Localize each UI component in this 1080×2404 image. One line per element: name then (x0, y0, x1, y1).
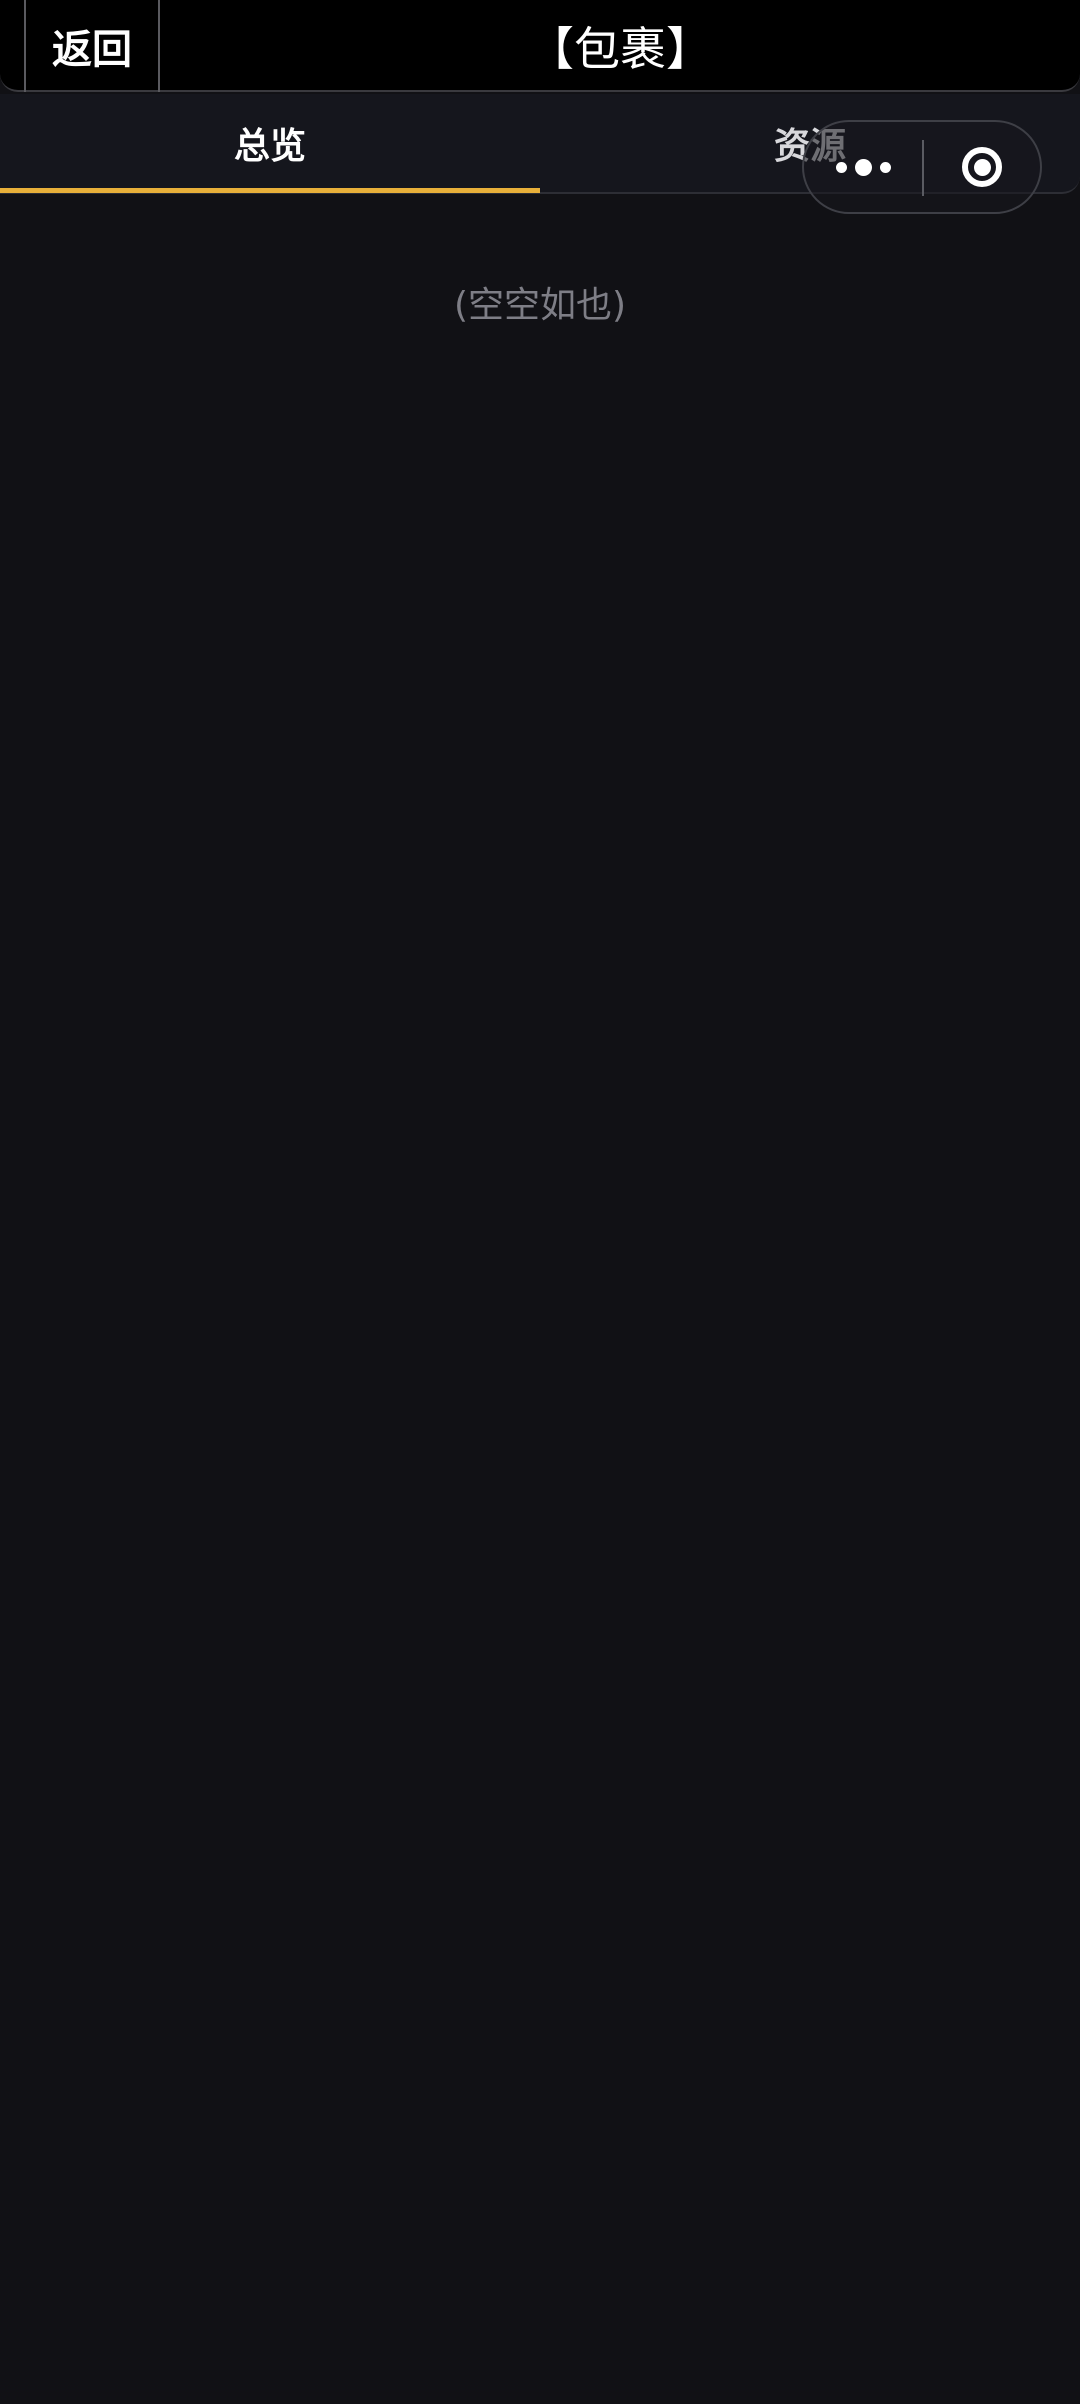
tab-overview[interactable]: 总览 (0, 94, 540, 192)
more-dots-icon[interactable] (804, 122, 922, 212)
dot (835, 161, 847, 173)
empty-state-text: (空空如也) (453, 285, 627, 326)
back-button[interactable]: 返回 (24, 0, 160, 92)
top-header: 返回 【包裹】 (0, 0, 1080, 92)
ring-dot (973, 158, 991, 176)
mini-program-capsule (802, 120, 1042, 214)
dot (879, 161, 891, 173)
active-tab-indicator (0, 188, 540, 193)
page-title: 【包裹】 (528, 22, 712, 76)
ring (962, 147, 1002, 187)
dot (854, 158, 872, 176)
target-circle-icon[interactable] (924, 122, 1040, 212)
